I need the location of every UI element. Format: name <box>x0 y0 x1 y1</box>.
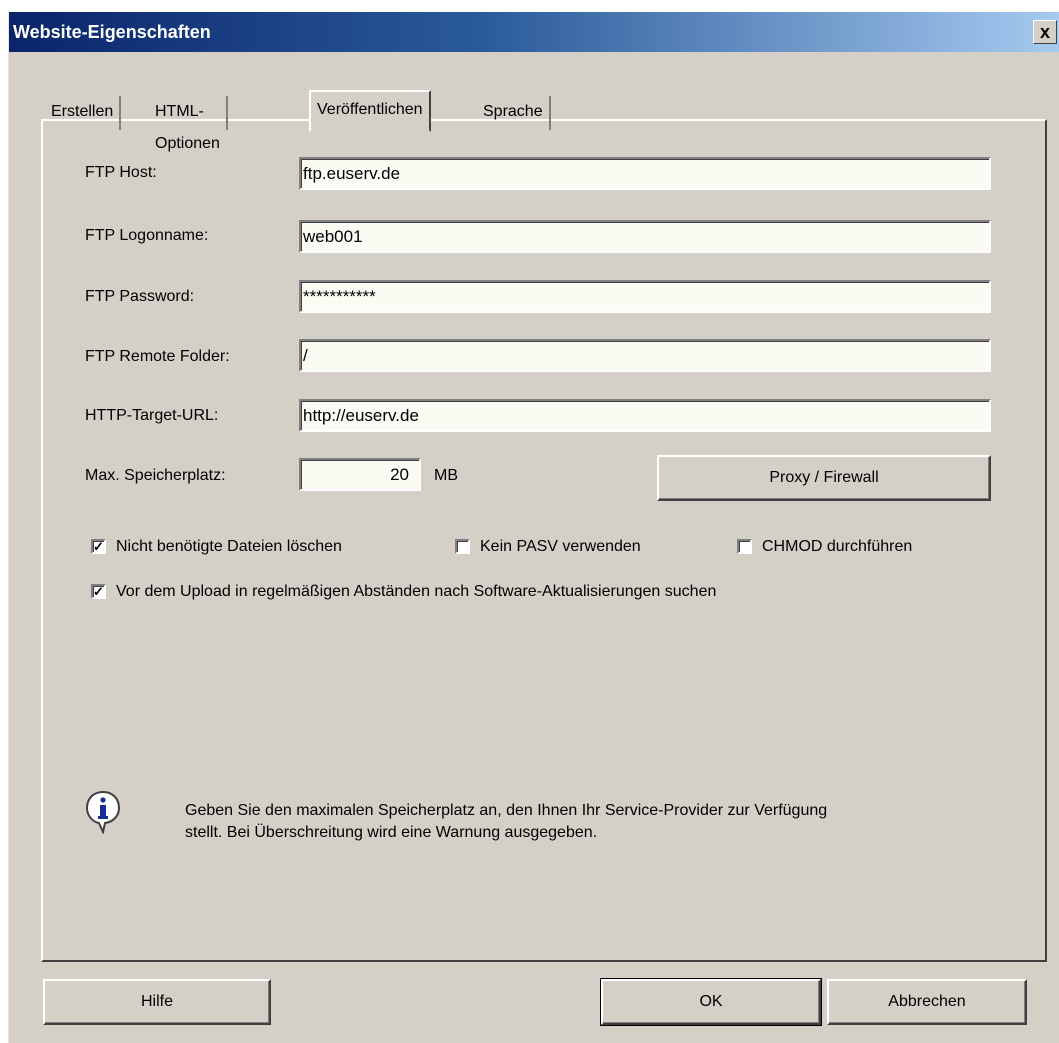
ftp-logon-input[interactable]: web001 <box>299 220 991 253</box>
info-message: Geben Sie den maximalen Speicherplatz an… <box>185 800 1005 844</box>
help-label: Hilfe <box>140 993 173 1010</box>
max-storage-input[interactable]: 20 <box>299 458 421 491</box>
http-url-label: HTTP-Target-URL: <box>85 407 219 424</box>
title-bar: Website-Eigenschaften x <box>9 12 1059 52</box>
info-line-1: Geben Sie den maximalen Speicherplatz an… <box>185 802 828 819</box>
tab-label: Erstellen <box>51 103 114 120</box>
checkbox-no-pasv[interactable]: Kein PASV verwenden <box>455 537 641 559</box>
tab-label: HTML-Optionen <box>155 103 220 152</box>
checkbox-delete-unneeded[interactable]: ✓ Nicht benötigte Dateien löschen <box>91 537 342 559</box>
ok-label: OK <box>699 993 723 1010</box>
ftp-folder-input[interactable]: / <box>299 339 991 372</box>
tab-html-optionen[interactable]: HTML-Optionen <box>149 96 228 152</box>
tab-sprache[interactable]: Sprache <box>477 96 551 130</box>
checkbox-label: Vor dem Upload in regelmäßigen Abständen… <box>116 583 717 600</box>
ftp-host-input[interactable]: ftp.euserv.de <box>299 157 991 190</box>
ftp-password-input[interactable]: *********** <box>299 280 991 313</box>
checkbox-box[interactable] <box>455 539 470 555</box>
ftp-host-label: FTP Host: <box>85 164 157 181</box>
window-title: Website-Eigenschaften <box>13 22 211 42</box>
ftp-folder-label: FTP Remote Folder: <box>85 348 230 365</box>
info-icon <box>85 790 121 834</box>
close-icon: x <box>1039 22 1050 42</box>
proxy-firewall-button[interactable]: Proxy / Firewall <box>657 455 991 501</box>
check-icon: ✓ <box>93 584 104 600</box>
checkbox-box[interactable]: ✓ <box>91 584 106 600</box>
tab-veroeffentlichen[interactable]: Veröffentlichen <box>309 90 431 132</box>
checkbox-update-check[interactable]: ✓ Vor dem Upload in regelmäßigen Abstände… <box>91 582 716 604</box>
info-line-2: stellt. Bei Überschreitung wird eine War… <box>185 824 598 841</box>
ok-button[interactable]: OK <box>600 978 822 1026</box>
tab-label: Sprache <box>483 103 543 120</box>
checkbox-label: Nicht benötigte Dateien löschen <box>116 538 342 555</box>
tab-label: Veröffentlichen <box>317 101 423 118</box>
max-storage-unit: MB <box>434 467 458 484</box>
proxy-firewall-label: Proxy / Firewall <box>769 469 879 486</box>
cancel-button[interactable]: Abbrechen <box>827 979 1027 1025</box>
checkbox-label: CHMOD durchführen <box>762 538 913 555</box>
max-storage-label: Max. Speicherplatz: <box>85 467 226 484</box>
tab-erstellen[interactable]: Erstellen <box>45 96 122 130</box>
cancel-label: Abbrechen <box>888 993 966 1010</box>
ftp-password-label: FTP Password: <box>85 288 195 305</box>
check-icon: ✓ <box>93 539 104 555</box>
dialog-window: Website-Eigenschaften x Erstellen HTML-O… <box>8 12 1059 1043</box>
checkbox-label: Kein PASV verwenden <box>480 538 641 555</box>
checkbox-box[interactable] <box>737 539 752 555</box>
help-button[interactable]: Hilfe <box>43 979 271 1025</box>
http-url-input[interactable]: http://euserv.de <box>299 399 991 432</box>
checkbox-chmod[interactable]: CHMOD durchführen <box>737 537 912 559</box>
close-button[interactable]: x <box>1033 20 1057 44</box>
ftp-logon-label: FTP Logonname: <box>85 227 209 244</box>
checkbox-box[interactable]: ✓ <box>91 539 106 555</box>
